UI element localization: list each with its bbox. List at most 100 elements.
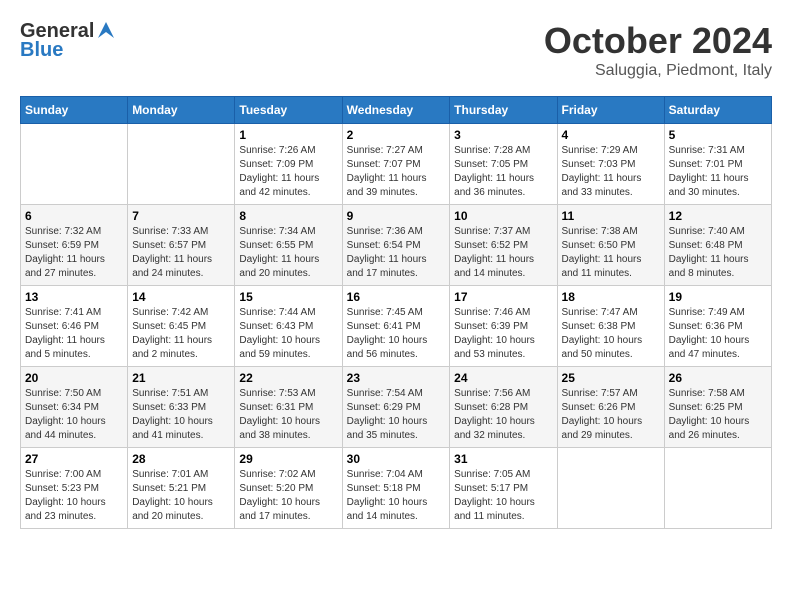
day-detail: Sunrise: 7:37 AMSunset: 6:52 PMDaylight:…	[454, 225, 552, 281]
day-detail: Sunrise: 7:56 AMSunset: 6:28 PMDaylight:…	[454, 387, 552, 443]
weekday-header-monday: Monday	[128, 97, 235, 124]
day-number: 26	[669, 371, 767, 385]
location-subtitle: Saluggia, Piedmont, Italy	[544, 62, 772, 80]
calendar-cell: 15 Sunrise: 7:44 AMSunset: 6:43 PMDaylig…	[235, 286, 342, 367]
day-number: 21	[132, 371, 230, 385]
day-detail: Sunrise: 7:05 AMSunset: 5:17 PMDaylight:…	[454, 468, 552, 524]
day-detail: Sunrise: 7:47 AMSunset: 6:38 PMDaylight:…	[562, 306, 660, 362]
calendar-cell: 30 Sunrise: 7:04 AMSunset: 5:18 PMDaylig…	[342, 448, 450, 529]
day-detail: Sunrise: 7:02 AMSunset: 5:20 PMDaylight:…	[239, 468, 337, 524]
day-detail: Sunrise: 7:51 AMSunset: 6:33 PMDaylight:…	[132, 387, 230, 443]
title-area: October 2024 Saluggia, Piedmont, Italy	[544, 20, 772, 80]
calendar-cell: 1 Sunrise: 7:26 AMSunset: 7:09 PMDayligh…	[235, 124, 342, 205]
calendar-cell: 31 Sunrise: 7:05 AMSunset: 5:17 PMDaylig…	[450, 448, 557, 529]
day-detail: Sunrise: 7:41 AMSunset: 6:46 PMDaylight:…	[25, 306, 123, 362]
calendar-cell: 24 Sunrise: 7:56 AMSunset: 6:28 PMDaylig…	[450, 367, 557, 448]
logo: General Blue	[20, 20, 116, 62]
calendar-cell: 22 Sunrise: 7:53 AMSunset: 6:31 PMDaylig…	[235, 367, 342, 448]
day-detail: Sunrise: 7:26 AMSunset: 7:09 PMDaylight:…	[239, 144, 337, 200]
day-detail: Sunrise: 7:42 AMSunset: 6:45 PMDaylight:…	[132, 306, 230, 362]
day-number: 12	[669, 209, 767, 223]
weekday-header-friday: Friday	[557, 97, 664, 124]
page-header: General Blue October 2024 Saluggia, Pied…	[20, 20, 772, 80]
day-detail: Sunrise: 7:45 AMSunset: 6:41 PMDaylight:…	[347, 306, 446, 362]
calendar-cell: 9 Sunrise: 7:36 AMSunset: 6:54 PMDayligh…	[342, 205, 450, 286]
day-detail: Sunrise: 7:04 AMSunset: 5:18 PMDaylight:…	[347, 468, 446, 524]
day-detail: Sunrise: 7:38 AMSunset: 6:50 PMDaylight:…	[562, 225, 660, 281]
day-number: 30	[347, 452, 446, 466]
weekday-header-wednesday: Wednesday	[342, 97, 450, 124]
day-detail: Sunrise: 7:27 AMSunset: 7:07 PMDaylight:…	[347, 144, 446, 200]
calendar-week-row: 13 Sunrise: 7:41 AMSunset: 6:46 PMDaylig…	[21, 286, 772, 367]
calendar-cell	[21, 124, 128, 205]
weekday-header-thursday: Thursday	[450, 97, 557, 124]
weekday-header-sunday: Sunday	[21, 97, 128, 124]
day-number: 5	[669, 128, 767, 142]
day-detail: Sunrise: 7:53 AMSunset: 6:31 PMDaylight:…	[239, 387, 337, 443]
day-detail: Sunrise: 7:28 AMSunset: 7:05 PMDaylight:…	[454, 144, 552, 200]
day-number: 28	[132, 452, 230, 466]
calendar-cell	[557, 448, 664, 529]
calendar-cell: 29 Sunrise: 7:02 AMSunset: 5:20 PMDaylig…	[235, 448, 342, 529]
calendar-cell: 4 Sunrise: 7:29 AMSunset: 7:03 PMDayligh…	[557, 124, 664, 205]
day-detail: Sunrise: 7:57 AMSunset: 6:26 PMDaylight:…	[562, 387, 660, 443]
calendar-cell: 26 Sunrise: 7:58 AMSunset: 6:25 PMDaylig…	[664, 367, 771, 448]
calendar-cell: 19 Sunrise: 7:49 AMSunset: 6:36 PMDaylig…	[664, 286, 771, 367]
day-number: 1	[239, 128, 337, 142]
weekday-header-saturday: Saturday	[664, 97, 771, 124]
day-number: 4	[562, 128, 660, 142]
calendar-cell: 28 Sunrise: 7:01 AMSunset: 5:21 PMDaylig…	[128, 448, 235, 529]
day-detail: Sunrise: 7:34 AMSunset: 6:55 PMDaylight:…	[239, 225, 337, 281]
calendar-cell: 3 Sunrise: 7:28 AMSunset: 7:05 PMDayligh…	[450, 124, 557, 205]
calendar-cell: 20 Sunrise: 7:50 AMSunset: 6:34 PMDaylig…	[21, 367, 128, 448]
day-number: 19	[669, 290, 767, 304]
day-number: 14	[132, 290, 230, 304]
day-detail: Sunrise: 7:50 AMSunset: 6:34 PMDaylight:…	[25, 387, 123, 443]
calendar-cell: 25 Sunrise: 7:57 AMSunset: 6:26 PMDaylig…	[557, 367, 664, 448]
day-detail: Sunrise: 7:36 AMSunset: 6:54 PMDaylight:…	[347, 225, 446, 281]
calendar-cell: 14 Sunrise: 7:42 AMSunset: 6:45 PMDaylig…	[128, 286, 235, 367]
calendar-header-row: SundayMondayTuesdayWednesdayThursdayFrid…	[21, 97, 772, 124]
day-number: 11	[562, 209, 660, 223]
day-number: 9	[347, 209, 446, 223]
calendar-week-row: 1 Sunrise: 7:26 AMSunset: 7:09 PMDayligh…	[21, 124, 772, 205]
day-number: 10	[454, 209, 552, 223]
calendar-cell: 23 Sunrise: 7:54 AMSunset: 6:29 PMDaylig…	[342, 367, 450, 448]
day-number: 29	[239, 452, 337, 466]
day-number: 20	[25, 371, 123, 385]
calendar-cell: 21 Sunrise: 7:51 AMSunset: 6:33 PMDaylig…	[128, 367, 235, 448]
weekday-header-tuesday: Tuesday	[235, 97, 342, 124]
day-detail: Sunrise: 7:32 AMSunset: 6:59 PMDaylight:…	[25, 225, 123, 281]
day-detail: Sunrise: 7:33 AMSunset: 6:57 PMDaylight:…	[132, 225, 230, 281]
day-number: 17	[454, 290, 552, 304]
month-title: October 2024	[544, 20, 772, 62]
day-number: 27	[25, 452, 123, 466]
calendar-cell: 18 Sunrise: 7:47 AMSunset: 6:38 PMDaylig…	[557, 286, 664, 367]
calendar-cell: 5 Sunrise: 7:31 AMSunset: 7:01 PMDayligh…	[664, 124, 771, 205]
day-detail: Sunrise: 7:01 AMSunset: 5:21 PMDaylight:…	[132, 468, 230, 524]
calendar-cell	[128, 124, 235, 205]
calendar-cell	[664, 448, 771, 529]
calendar-cell: 13 Sunrise: 7:41 AMSunset: 6:46 PMDaylig…	[21, 286, 128, 367]
day-number: 23	[347, 371, 446, 385]
calendar-week-row: 27 Sunrise: 7:00 AMSunset: 5:23 PMDaylig…	[21, 448, 772, 529]
day-number: 2	[347, 128, 446, 142]
day-number: 24	[454, 371, 552, 385]
day-number: 31	[454, 452, 552, 466]
day-number: 16	[347, 290, 446, 304]
day-detail: Sunrise: 7:29 AMSunset: 7:03 PMDaylight:…	[562, 144, 660, 200]
day-detail: Sunrise: 7:44 AMSunset: 6:43 PMDaylight:…	[239, 306, 337, 362]
calendar-cell: 2 Sunrise: 7:27 AMSunset: 7:07 PMDayligh…	[342, 124, 450, 205]
day-detail: Sunrise: 7:46 AMSunset: 6:39 PMDaylight:…	[454, 306, 552, 362]
day-number: 3	[454, 128, 552, 142]
day-detail: Sunrise: 7:40 AMSunset: 6:48 PMDaylight:…	[669, 225, 767, 281]
day-number: 22	[239, 371, 337, 385]
day-number: 25	[562, 371, 660, 385]
day-detail: Sunrise: 7:54 AMSunset: 6:29 PMDaylight:…	[347, 387, 446, 443]
calendar-cell: 16 Sunrise: 7:45 AMSunset: 6:41 PMDaylig…	[342, 286, 450, 367]
calendar-cell: 17 Sunrise: 7:46 AMSunset: 6:39 PMDaylig…	[450, 286, 557, 367]
calendar-cell: 12 Sunrise: 7:40 AMSunset: 6:48 PMDaylig…	[664, 205, 771, 286]
calendar-week-row: 6 Sunrise: 7:32 AMSunset: 6:59 PMDayligh…	[21, 205, 772, 286]
day-detail: Sunrise: 7:49 AMSunset: 6:36 PMDaylight:…	[669, 306, 767, 362]
calendar-table: SundayMondayTuesdayWednesdayThursdayFrid…	[20, 96, 772, 529]
